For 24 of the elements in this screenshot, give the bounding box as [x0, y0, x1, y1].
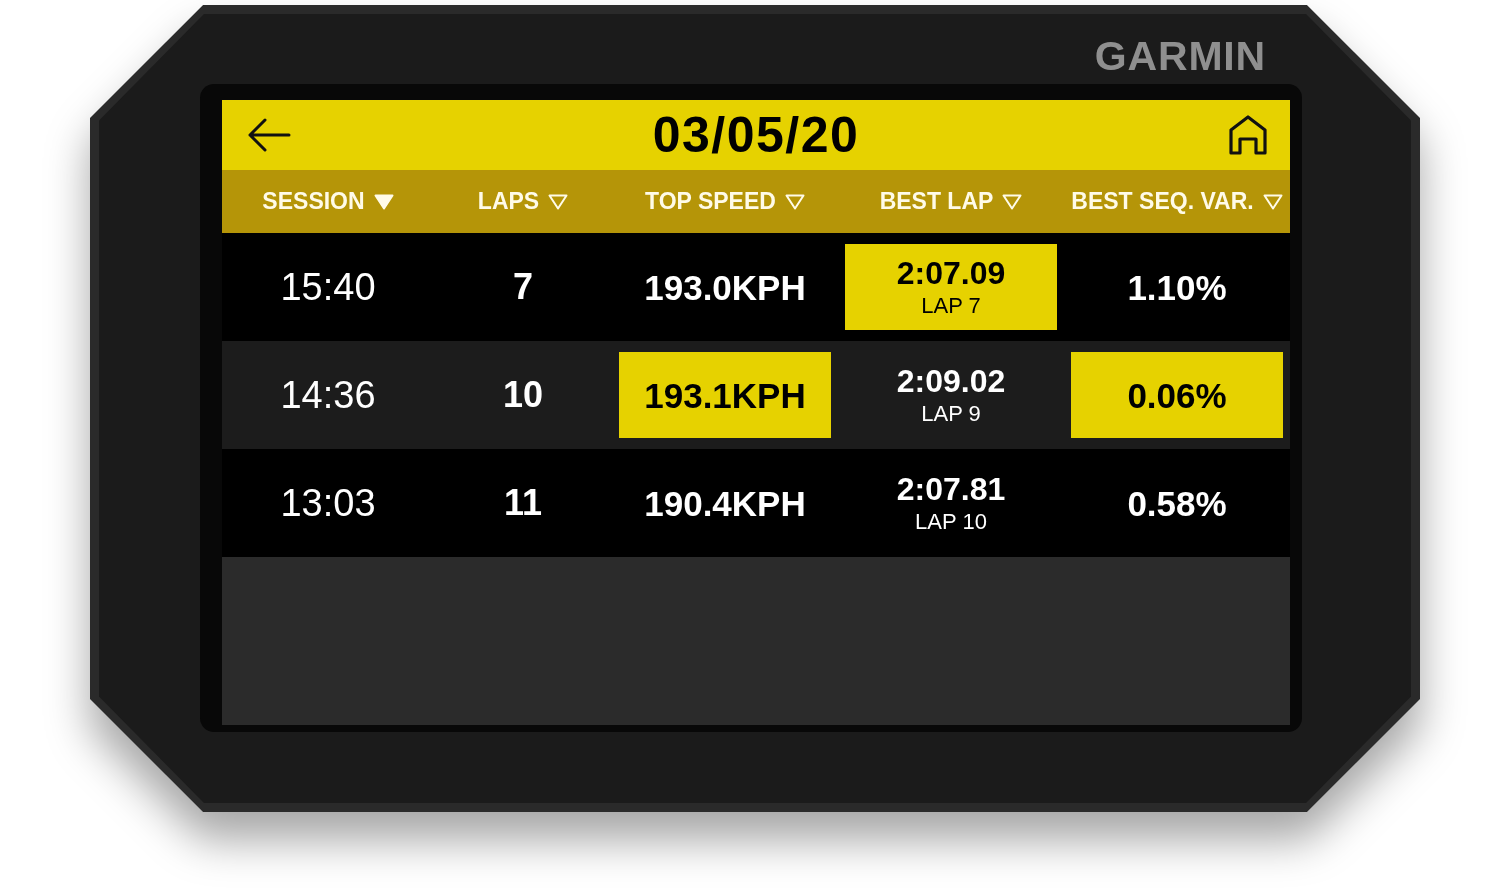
table-cell-text: 1.10% — [1126, 266, 1228, 309]
back-icon[interactable] — [247, 118, 291, 152]
table-cell-text: 13:03 — [279, 481, 377, 526]
date-title: 03/05/20 — [652, 110, 860, 160]
column-header[interactable]: BEST LAP — [838, 170, 1064, 233]
home-icon[interactable] — [1228, 115, 1268, 155]
table-cell-text: 7 — [512, 265, 534, 309]
table-cell-text: 193.0KPH — [643, 266, 807, 309]
table-cell-text: 0.58% — [1126, 482, 1228, 525]
table-cell-text: 2:09.02 LAP 9 — [895, 362, 1007, 428]
table-cell: 2:07.09 LAP 7 — [845, 244, 1057, 330]
table-cell-text: 11 — [502, 481, 544, 525]
table-cell-text: 2:07.81 LAP 10 — [895, 470, 1007, 536]
table-cell-text: 190.4KPH — [643, 482, 807, 525]
table-cell-text: 10 — [501, 373, 544, 417]
column-header[interactable]: TOP SPEED — [612, 170, 838, 233]
column-header[interactable]: SESSION — [222, 170, 434, 233]
column-header[interactable]: LAPS — [434, 170, 612, 233]
table-cell-text: 15:40 — [279, 265, 377, 310]
column-header[interactable]: BEST SEQ. VAR. — [1064, 170, 1290, 233]
table-cell-text: 14:36 — [279, 373, 377, 418]
brand-logo: GARMIN — [1094, 35, 1266, 77]
table-cell: 193.1KPH — [619, 352, 831, 438]
table-cell: 0.06% — [1071, 352, 1283, 438]
